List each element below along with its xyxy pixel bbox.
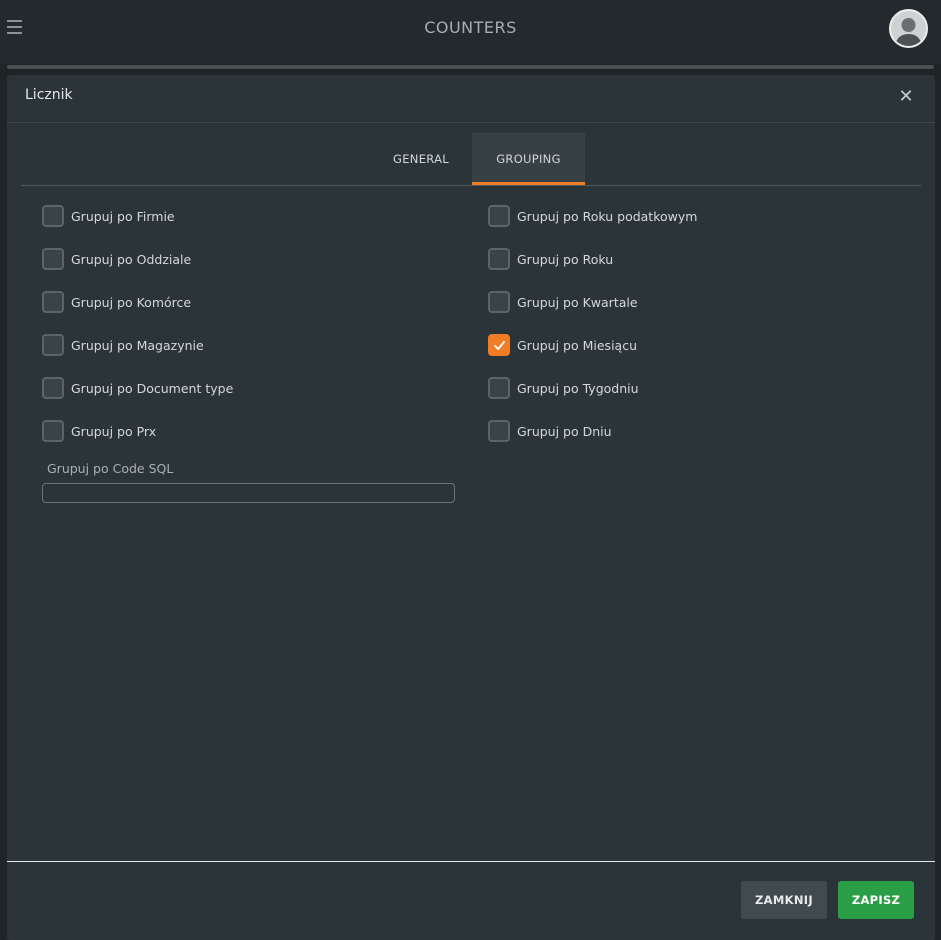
right-checkbox-row[interactable]: Grupuj po Kwartale <box>488 291 638 313</box>
footer-divider <box>7 861 935 862</box>
checkbox[interactable] <box>488 291 510 313</box>
modal-header: Licznik ✕ <box>7 75 935 123</box>
save-button[interactable]: ZAPISZ <box>838 881 914 919</box>
checkbox-label: Grupuj po Kwartale <box>517 294 638 310</box>
modal-title: Licznik <box>25 87 73 103</box>
checkbox-label: Grupuj po Komórce <box>71 294 192 310</box>
checkbox-checked[interactable] <box>488 334 510 356</box>
checkbox[interactable] <box>42 205 64 227</box>
checkbox[interactable] <box>488 205 510 227</box>
checkbox[interactable] <box>488 377 510 399</box>
avatar-icon <box>891 11 926 46</box>
checkbox[interactable] <box>488 248 510 270</box>
checkbox-label: Grupuj po Roku <box>517 251 614 267</box>
left-checkbox-row[interactable]: Grupuj po Magazynie <box>42 334 204 356</box>
checkbox[interactable] <box>488 420 510 442</box>
user-avatar[interactable] <box>889 9 928 48</box>
checkbox[interactable] <box>42 377 64 399</box>
tab-grouping[interactable]: GROUPING <box>472 133 585 185</box>
checkbox[interactable] <box>42 248 64 270</box>
checkmark-icon <box>493 340 505 350</box>
left-checkbox-row[interactable]: Grupuj po Prx <box>42 420 156 442</box>
checkbox[interactable] <box>42 420 64 442</box>
checkbox-label: Grupuj po Firmie <box>71 208 175 224</box>
tab-general[interactable]: GENERAL <box>371 133 471 185</box>
right-checkbox-row[interactable]: Grupuj po Miesiącu <box>488 334 637 356</box>
checkbox-label: Grupuj po Miesiącu <box>517 337 637 353</box>
counter-modal: Licznik ✕ GENERAL GROUPING Grupuj po Fir… <box>7 75 935 940</box>
checkbox-label: Grupuj po Tygodniu <box>517 380 639 396</box>
top-bar: COUNTERS <box>0 0 941 64</box>
checkbox-label: Grupuj po Oddziale <box>71 251 192 267</box>
right-checkbox-row[interactable]: Grupuj po Roku <box>488 248 613 270</box>
right-checkbox-row[interactable]: Grupuj po Dniu <box>488 420 612 442</box>
tab-bar: GENERAL GROUPING <box>21 133 921 186</box>
background-strip <box>7 65 934 69</box>
left-checkbox-row[interactable]: Grupuj po Firmie <box>42 205 175 227</box>
checkbox-label: Grupuj po Dniu <box>517 423 612 439</box>
left-checkbox-row[interactable]: Grupuj po Oddziale <box>42 248 191 270</box>
close-button[interactable]: ZAMKNIJ <box>741 881 827 919</box>
checkbox-label: Grupuj po Prx <box>71 423 157 439</box>
close-icon[interactable]: ✕ <box>895 86 917 108</box>
right-checkbox-row[interactable]: Grupuj po Tygodniu <box>488 377 639 399</box>
checkbox-label: Grupuj po Magazynie <box>71 337 204 353</box>
checkbox-label: Grupuj po Document type <box>71 380 234 396</box>
code-sql-label: Grupuj po Code SQL <box>47 461 174 476</box>
app-title: COUNTERS <box>424 18 517 37</box>
code-sql-input[interactable] <box>42 483 455 503</box>
checkbox[interactable] <box>42 334 64 356</box>
left-checkbox-row[interactable]: Grupuj po Komórce <box>42 291 191 313</box>
left-checkbox-row[interactable]: Grupuj po Document type <box>42 377 233 399</box>
checkbox[interactable] <box>42 291 64 313</box>
right-checkbox-row[interactable]: Grupuj po Roku podatkowym <box>488 205 697 227</box>
checkbox-label: Grupuj po Roku podatkowym <box>517 208 698 224</box>
